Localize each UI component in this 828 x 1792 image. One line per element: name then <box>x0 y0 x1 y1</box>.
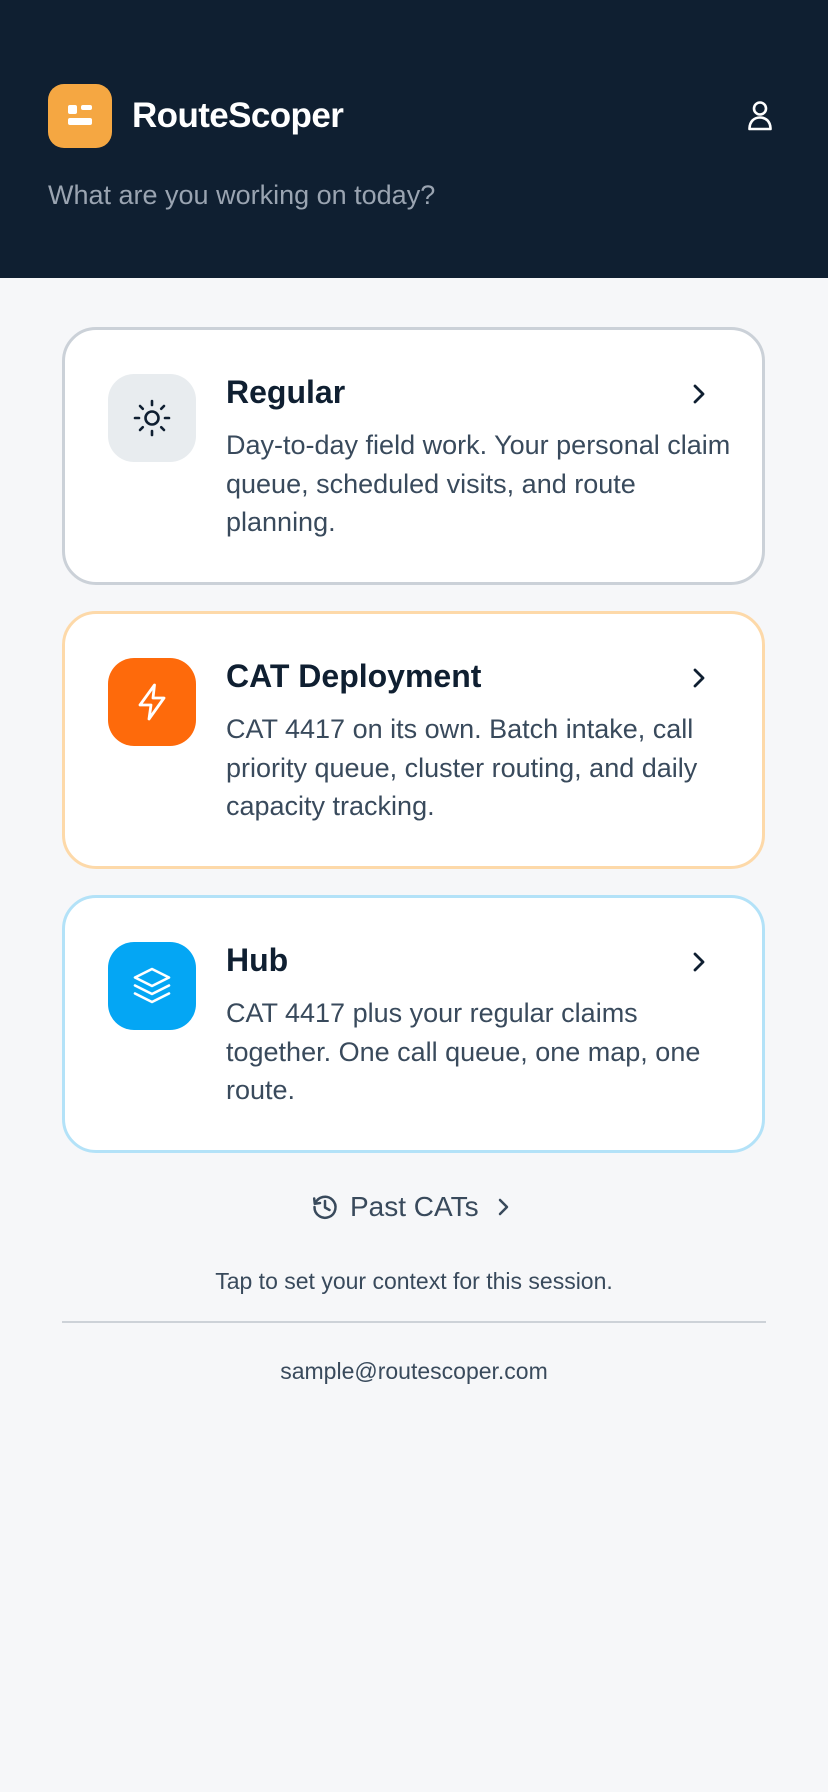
chevron-right-icon <box>693 952 705 972</box>
user-email: sample@routescoper.com <box>280 1358 548 1384</box>
past-cats-label: Past CATs <box>350 1191 479 1222</box>
mode-description: CAT 4417 plus your regular claims togeth… <box>226 998 701 1105</box>
mode-description: Day-to-day field work. Your personal cla… <box>226 430 731 537</box>
app-title: RouteScoper <box>132 96 344 135</box>
past-cats-link[interactable]: Past CATs <box>308 1186 520 1228</box>
layers-icon <box>108 942 196 1030</box>
sun-icon <box>108 374 196 462</box>
app-logo-icon <box>48 84 112 148</box>
app-header: RouteScoper What are you working on toda… <box>0 0 828 278</box>
chevron-right-icon <box>693 384 705 404</box>
user-profile-button[interactable] <box>740 96 780 136</box>
mode-title: CAT Deployment <box>226 658 482 694</box>
mode-title: Hub <box>226 942 289 978</box>
chevron-right-icon <box>693 668 705 688</box>
history-icon <box>312 1195 337 1219</box>
lightning-icon <box>108 658 196 746</box>
chevron-right-icon <box>498 1198 509 1216</box>
mode-description: CAT 4417 on its own. Batch intake, call … <box>226 714 698 821</box>
header-subtitle: What are you working on today? <box>48 180 436 210</box>
user-icon <box>748 101 772 131</box>
mode-card-cat-deployment[interactable]: CAT Deployment CAT 4417 on its own. Batc… <box>62 611 765 869</box>
session-hint: Tap to set your context for this session… <box>215 1268 613 1294</box>
divider <box>62 1321 766 1323</box>
mode-card-regular[interactable]: Regular Day-to-day field work. Your pers… <box>62 327 765 585</box>
mode-card-hub[interactable]: Hub CAT 4417 plus your regular claims to… <box>62 895 765 1153</box>
mode-title: Regular <box>226 374 346 410</box>
